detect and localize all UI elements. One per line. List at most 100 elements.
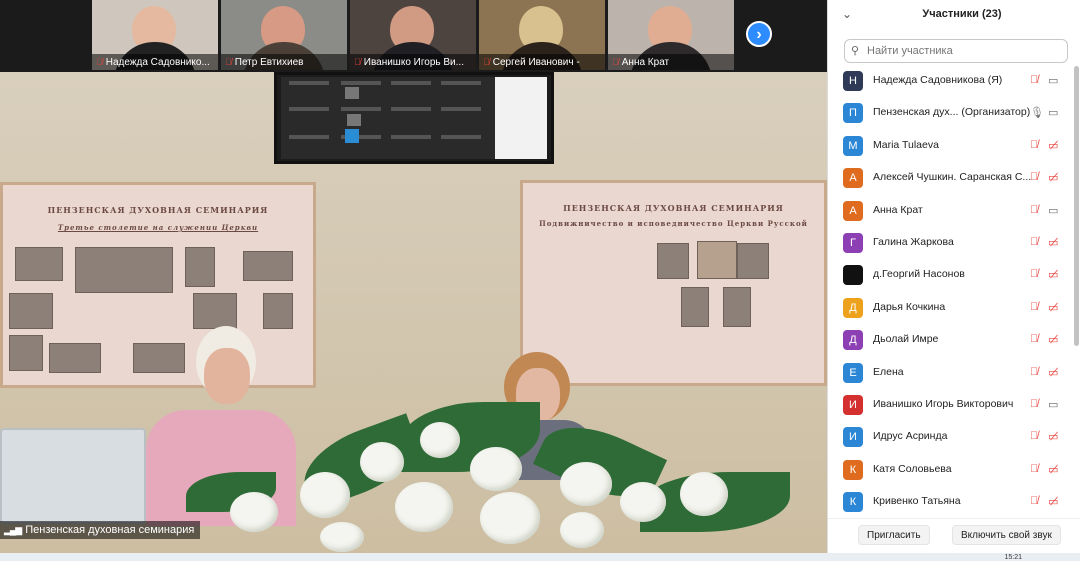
mic-off-icon[interactable]: 🎙̸ — [1030, 139, 1038, 151]
mic-off-icon[interactable]: 🎙̸ — [1030, 236, 1038, 248]
poster-photo — [185, 247, 215, 287]
video-thumbnail[interactable]: 🎙̸ Анна Крат — [608, 0, 734, 70]
poster-photo — [49, 343, 101, 373]
participant-row[interactable]: П Пензенская дух... (Организатор) 🎙 ▭ — [828, 97, 1072, 129]
participant-row[interactable]: Д Дарья Кочкина 🎙̸ ▭̸ — [828, 292, 1072, 324]
video-off-icon[interactable]: ▭̸ — [1048, 171, 1058, 184]
participant-row[interactable]: д.Георгий Насонов 🎙̸ ▭̸ — [828, 259, 1072, 291]
participant-row[interactable]: К Кривенко Татьяна 🎙̸ ▭̸ — [828, 486, 1072, 518]
search-participant-input[interactable]: ⚲ Найти участника — [844, 39, 1068, 63]
mic-off-icon[interactable]: 🎙̸ — [1030, 333, 1038, 345]
poster-photo — [193, 293, 237, 329]
active-speaker-name: ▂▄▆ Пензенская духовная семинария — [0, 521, 201, 539]
participant-row[interactable]: Н Надежда Садовникова (Я) 🎙̸ ▭ — [828, 65, 1072, 97]
active-speaker-video: ПЕНЗЕНСКАЯ ДУХОВНАЯ СЕМИНАРИЯ Третье сто… — [0, 72, 827, 553]
video-off-icon[interactable]: ▭̸ — [1048, 430, 1058, 443]
mic-icon[interactable]: 🎙 — [1030, 106, 1044, 119]
thumbnail-name: Анна Крат — [621, 57, 670, 68]
video-off-icon[interactable]: ▭̸ — [1048, 463, 1058, 476]
zoom-window: 🎙̸ Надежда Садовнико... 🎙̸ Петр Евтихиев 🎙… — [0, 0, 1080, 561]
video-icon[interactable]: ▭ — [1048, 398, 1058, 411]
participant-row[interactable]: Г Галина Жаркова 🎙̸ ▭̸ — [828, 227, 1072, 259]
scrollbar[interactable] — [1074, 66, 1079, 346]
participant-name: Maria Tulaeva — [873, 138, 939, 151]
video-off-icon[interactable]: ▭̸ — [1048, 495, 1058, 508]
video-off-icon[interactable]: ▭̸ — [1048, 268, 1058, 281]
tv-side-panel — [495, 77, 547, 159]
mic-off-icon: 🎙̸ — [96, 57, 103, 67]
avatar: Д — [843, 330, 863, 351]
mic-off-icon[interactable]: 🎙̸ — [1030, 398, 1038, 410]
participant-row[interactable]: И Иванишко Игорь Викторович 🎙̸ ▭ — [828, 389, 1072, 421]
mic-off-icon[interactable]: 🎙̸ — [1030, 301, 1038, 313]
video-off-icon[interactable]: ▭̸ — [1048, 301, 1058, 314]
participant-name: Кривенко Татьяна — [873, 495, 961, 508]
mic-off-icon[interactable]: 🎙̸ — [1030, 74, 1038, 86]
mic-off-icon: 🎙̸ — [354, 57, 361, 67]
video-off-icon[interactable]: ▭̸ — [1048, 333, 1058, 346]
poster-photo — [75, 247, 173, 293]
mic-off-icon[interactable]: 🎙̸ — [1030, 204, 1038, 216]
poster-photo — [243, 251, 293, 281]
mic-off-icon[interactable]: 🎙̸ — [1030, 430, 1038, 442]
mic-off-icon[interactable]: 🎙̸ — [1030, 463, 1038, 475]
avatar: Е — [843, 362, 863, 383]
participant-row[interactable]: И Идрус Асринда 🎙̸ ▭̸ — [828, 421, 1072, 453]
poster-subtitle: Подвижничество и исповедничество Церкви … — [539, 219, 808, 228]
poster-photo — [737, 243, 769, 279]
participant-name: Галина Жаркова — [873, 235, 954, 248]
participant-row[interactable]: M Maria Tulaeva 🎙̸ ▭̸ — [828, 130, 1072, 162]
signal-strength-icon: ▂▄▆ — [4, 525, 22, 535]
video-thumbnail[interactable]: 🎙̸ Петр Евтихиев — [221, 0, 347, 70]
participant-name: Катя Соловьева — [873, 462, 952, 475]
participant-row[interactable]: Д Дьолай Имре 🎙̸ ▭̸ — [828, 324, 1072, 356]
mic-off-icon[interactable]: 🎙̸ — [1030, 366, 1038, 378]
avatar: Г — [843, 232, 863, 253]
video-icon[interactable]: ▭ — [1048, 74, 1058, 87]
mic-off-icon[interactable]: 🎙̸ — [1030, 268, 1038, 280]
participant-name: Надежда Садовникова (Я) — [873, 74, 1003, 86]
tv-screen-grid — [289, 81, 481, 143]
thumbnail-name: Надежда Садовнико... — [105, 57, 210, 68]
avatar — [843, 265, 863, 286]
panel-title: Участники (23) — [922, 8, 1002, 20]
video-off-icon[interactable]: ▭̸ — [1048, 366, 1058, 379]
video-icon[interactable]: ▭ — [1048, 204, 1058, 217]
os-taskbar: 15:21 — [0, 553, 1080, 561]
poster-title: ПЕНЗЕНСКАЯ ДУХОВНАЯ СЕМИНАРИЯ — [563, 203, 784, 213]
unmute-button[interactable]: Включить свой звук — [952, 525, 1061, 545]
thumbnail-name-bar: 🎙̸ Иванишко Игорь Ви... — [350, 54, 476, 70]
poster-photo — [723, 287, 751, 327]
laptop — [0, 428, 146, 524]
video-off-icon[interactable]: ▭̸ — [1048, 139, 1058, 152]
avatar: К — [843, 492, 863, 513]
tv-monitor — [274, 72, 554, 164]
speaker-name-text: Пензенская духовная семинария — [25, 524, 195, 536]
chevron-right-icon: › — [756, 26, 762, 43]
next-page-button[interactable]: › — [746, 21, 772, 47]
video-thumbnail[interactable]: 🎙̸ Иванишко Игорь Ви... — [350, 0, 476, 70]
thumbnail-name: Сергей Иванович - — [492, 57, 580, 68]
participant-list: Н Надежда Садовникова (Я) 🎙̸ ▭ П Пензенская д… — [828, 65, 1072, 518]
panel-footer: Пригласить Включить свой звук — [828, 518, 1080, 548]
participant-row[interactable]: А Алексей Чушкин. Саранская С... 🎙̸ ▭̸ — [828, 162, 1072, 194]
video-thumbnail[interactable]: 🎙̸ Сергей Иванович - — [479, 0, 605, 70]
poster-photo — [657, 243, 689, 279]
poster-photo — [15, 247, 63, 281]
avatar: И — [843, 427, 863, 448]
thumbnail-name-bar: 🎙̸ Петр Евтихиев — [221, 54, 347, 70]
thumbnail-name-bar: 🎙̸ Сергей Иванович - — [479, 54, 605, 70]
participant-row[interactable]: А Анна Крат 🎙̸ ▭ — [828, 195, 1072, 227]
participant-row[interactable]: Е Елена 🎙̸ ▭̸ — [828, 357, 1072, 389]
video-icon[interactable]: ▭ — [1048, 106, 1058, 119]
poster-title: ПЕНЗЕНСКАЯ ДУХОВНАЯ СЕМИНАРИЯ — [47, 205, 269, 215]
invite-button[interactable]: Пригласить — [858, 525, 930, 545]
video-thumbnail[interactable]: 🎙̸ Надежда Садовнико... — [92, 0, 218, 70]
mic-off-icon[interactable]: 🎙̸ — [1030, 171, 1038, 183]
poster-photo — [263, 293, 293, 329]
thumbnail-name-bar: 🎙̸ Анна Крат — [608, 54, 734, 70]
participant-name: Идрус Асринда — [873, 430, 948, 443]
participant-row[interactable]: К Катя Соловьева 🎙̸ ▭̸ — [828, 454, 1072, 486]
mic-off-icon[interactable]: 🎙̸ — [1030, 495, 1038, 507]
video-off-icon[interactable]: ▭̸ — [1048, 236, 1058, 249]
